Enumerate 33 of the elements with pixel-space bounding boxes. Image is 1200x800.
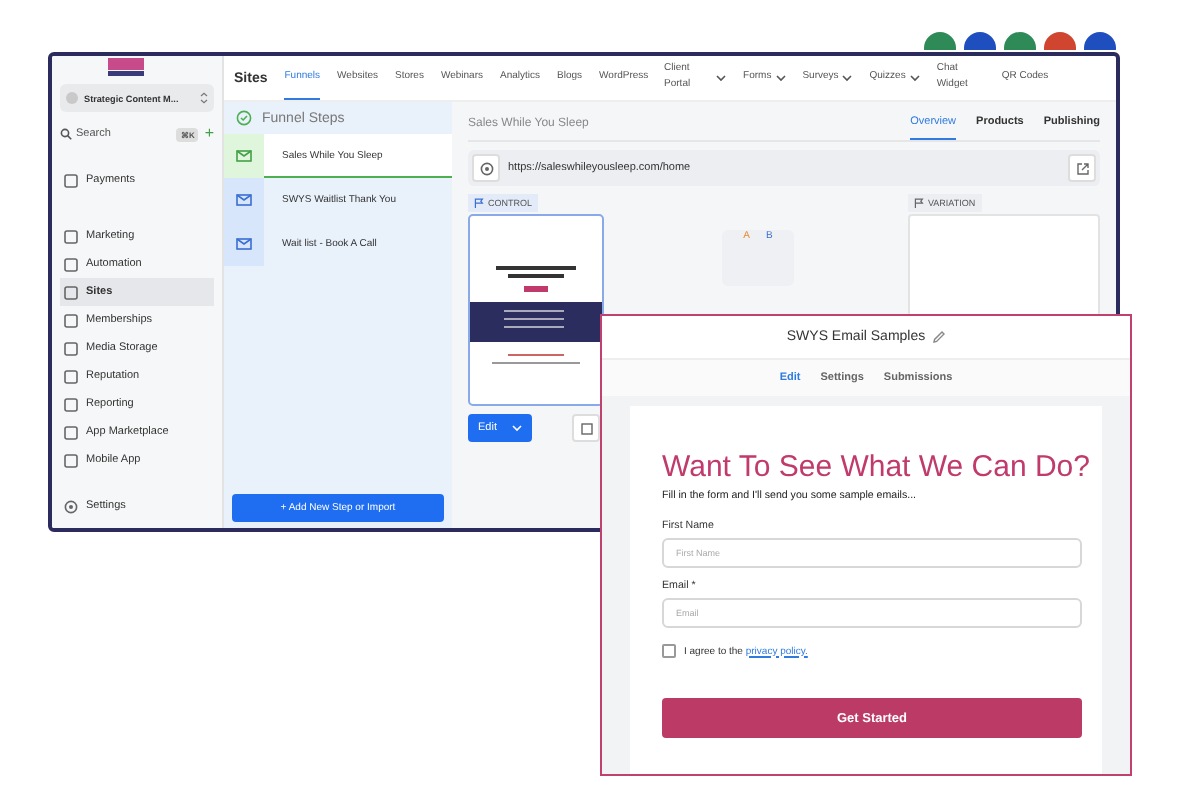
square-icon — [64, 229, 78, 243]
copy-button[interactable] — [572, 414, 601, 442]
pencil-icon[interactable] — [931, 330, 946, 344]
target-icon — [479, 161, 493, 175]
square-icon — [64, 173, 78, 187]
target-button[interactable] — [472, 154, 500, 182]
envelope-icon — [236, 150, 252, 162]
square-icon — [64, 285, 78, 299]
square-icon — [64, 425, 78, 439]
square-icon — [64, 313, 78, 327]
settings-icon — [64, 499, 78, 513]
envelope-icon — [236, 238, 252, 250]
caret-icon — [716, 73, 727, 81]
square-icon — [579, 421, 594, 435]
caret-icon — [512, 424, 523, 432]
square-icon — [64, 397, 78, 411]
envelope-icon — [236, 194, 252, 206]
caret-icon — [842, 73, 853, 81]
check-circle-icon — [236, 110, 252, 126]
caret-icon — [775, 73, 786, 81]
open-link-button[interactable] — [1068, 154, 1096, 182]
square-icon — [64, 453, 78, 467]
chevron-icon — [200, 92, 208, 104]
external-link-icon — [1075, 161, 1089, 175]
square-icon — [64, 341, 78, 355]
caret-icon — [909, 73, 920, 81]
checkbox[interactable] — [662, 644, 676, 658]
square-icon — [64, 257, 78, 271]
logo-icon — [107, 58, 143, 76]
search-icon — [60, 128, 72, 140]
flag-icon — [914, 198, 924, 208]
square-icon — [64, 369, 78, 383]
flag-icon — [474, 198, 484, 208]
